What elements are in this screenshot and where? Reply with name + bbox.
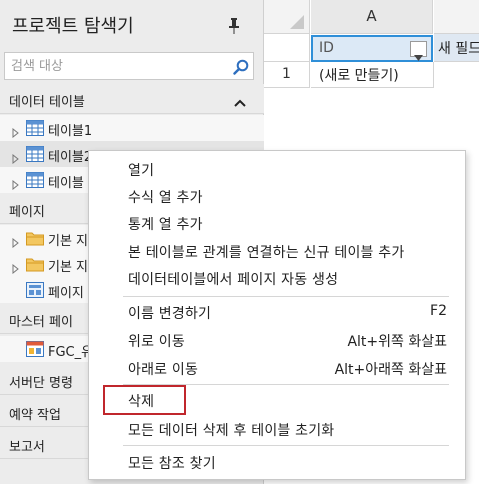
menu-item-label: 수식 열 추가 — [128, 190, 203, 206]
tree-item-label: 기본 지 — [48, 260, 89, 275]
menu-item-label: 본 테이블로 관계를 연결하는 신규 테이블 추가 — [128, 245, 405, 261]
row-header — [264, 34, 310, 62]
column-header[interactable] — [434, 0, 479, 34]
expand-arrow-icon[interactable] — [12, 149, 19, 165]
field-header-label: ID — [319, 40, 334, 56]
section-label: 서버단 명령 — [9, 376, 73, 391]
chevron-up-icon[interactable] — [234, 93, 246, 107]
menu-item-label: 위로 이동 — [128, 334, 185, 350]
context-menu: 열기 수식 열 추가 통계 열 추가 본 테이블로 관계를 연결하는 신규 테이… — [88, 150, 466, 480]
tree-item-label: 페이지 — [48, 286, 84, 301]
chevron-down-icon — [414, 46, 423, 61]
expand-arrow-icon[interactable] — [12, 123, 19, 139]
menu-item-add-related-table[interactable]: 본 테이블로 관계를 연결하는 신규 테이블 추가 — [90, 238, 464, 264]
master-page-icon — [26, 341, 44, 357]
section-label: 데이터 테이블 — [9, 95, 85, 110]
menu-item-move-up[interactable]: 위로 이동 Alt+위쪽 화살표 — [90, 327, 464, 353]
search-box — [4, 52, 254, 80]
folder-icon — [26, 230, 44, 246]
tree-item-label: 테이블1 — [48, 124, 93, 139]
menu-item-label: 모든 데이터 삭제 후 테이블 초기화 — [128, 423, 335, 439]
row-number[interactable]: 1 — [264, 62, 310, 88]
menu-item-label: 모든 참조 찾기 — [128, 456, 216, 472]
menu-item-label: 이름 변경하기 — [128, 306, 212, 322]
tree-item-label: 기본 지 — [48, 234, 89, 249]
menu-item-add-stat-column[interactable]: 통계 열 추가 — [90, 210, 464, 236]
column-header[interactable]: A — [311, 0, 433, 34]
new-row-cell[interactable]: (새로 만들기) — [311, 62, 434, 88]
pin-icon[interactable] — [229, 18, 239, 34]
section-data-tables[interactable]: 데이터 테이블 — [0, 84, 264, 114]
grid-corner[interactable] — [264, 0, 310, 34]
menu-item-find-references[interactable]: 모든 참조 찾기 — [90, 449, 464, 475]
menu-shortcut: Alt+위쪽 화살표 — [347, 334, 447, 350]
field-header-id[interactable]: ID — [311, 35, 433, 62]
tree-item-table[interactable]: 테이블1 — [0, 115, 264, 141]
section-label: 보고서 — [9, 440, 45, 455]
menu-separator — [123, 296, 449, 297]
page-icon — [26, 282, 44, 298]
new-row-label: (새로 만들기) — [319, 68, 399, 84]
menu-item-move-down[interactable]: 아래로 이동 Alt+아래쪽 화살표 — [90, 355, 464, 381]
explorer-title: 프로젝트 탐색기 — [12, 16, 134, 37]
menu-shortcut: Alt+아래쪽 화살표 — [334, 362, 447, 378]
field-dropdown-button[interactable] — [410, 41, 427, 61]
folder-icon — [26, 256, 44, 272]
search-input[interactable] — [11, 56, 221, 76]
expand-arrow-icon[interactable] — [12, 233, 19, 249]
select-all-icon — [290, 14, 304, 29]
menu-separator — [123, 445, 449, 446]
menu-item-add-formula-column[interactable]: 수식 열 추가 — [90, 183, 464, 209]
field-header-new[interactable]: 새 필드 — [434, 34, 479, 62]
table-icon — [26, 146, 44, 162]
tree-item-label: 테이블2 — [48, 150, 93, 165]
section-label: 마스터 페이 — [9, 315, 73, 330]
tree-item-label: FGC_유 — [48, 345, 94, 360]
tree-item-label: 테이블 — [48, 176, 84, 191]
menu-item-rename[interactable]: 이름 변경하기 F2 — [90, 299, 464, 325]
field-header-label: 새 필드 — [438, 41, 479, 57]
menu-item-label: 열기 — [128, 163, 155, 179]
section-label: 페이지 — [9, 205, 45, 220]
delete-highlight-box — [103, 385, 186, 415]
explorer-header: 프로젝트 탐색기 — [0, 0, 264, 50]
menu-item-open[interactable]: 열기 — [90, 156, 464, 182]
menu-item-clear-table[interactable]: 모든 데이터 삭제 후 테이블 초기화 — [90, 416, 464, 442]
menu-item-generate-page[interactable]: 데이터테이블에서 페이지 자동 생성 — [90, 265, 464, 291]
expand-arrow-icon[interactable] — [12, 259, 19, 275]
table-icon — [26, 172, 44, 188]
menu-item-label: 아래로 이동 — [128, 362, 199, 378]
menu-shortcut: F2 — [430, 303, 447, 319]
menu-item-label: 데이터테이블에서 페이지 자동 생성 — [128, 272, 339, 288]
search-icon[interactable] — [233, 59, 249, 75]
table-icon — [26, 120, 44, 136]
expand-arrow-icon[interactable] — [12, 175, 19, 191]
section-label: 예약 작업 — [9, 408, 61, 423]
menu-item-label: 통계 열 추가 — [128, 217, 203, 233]
